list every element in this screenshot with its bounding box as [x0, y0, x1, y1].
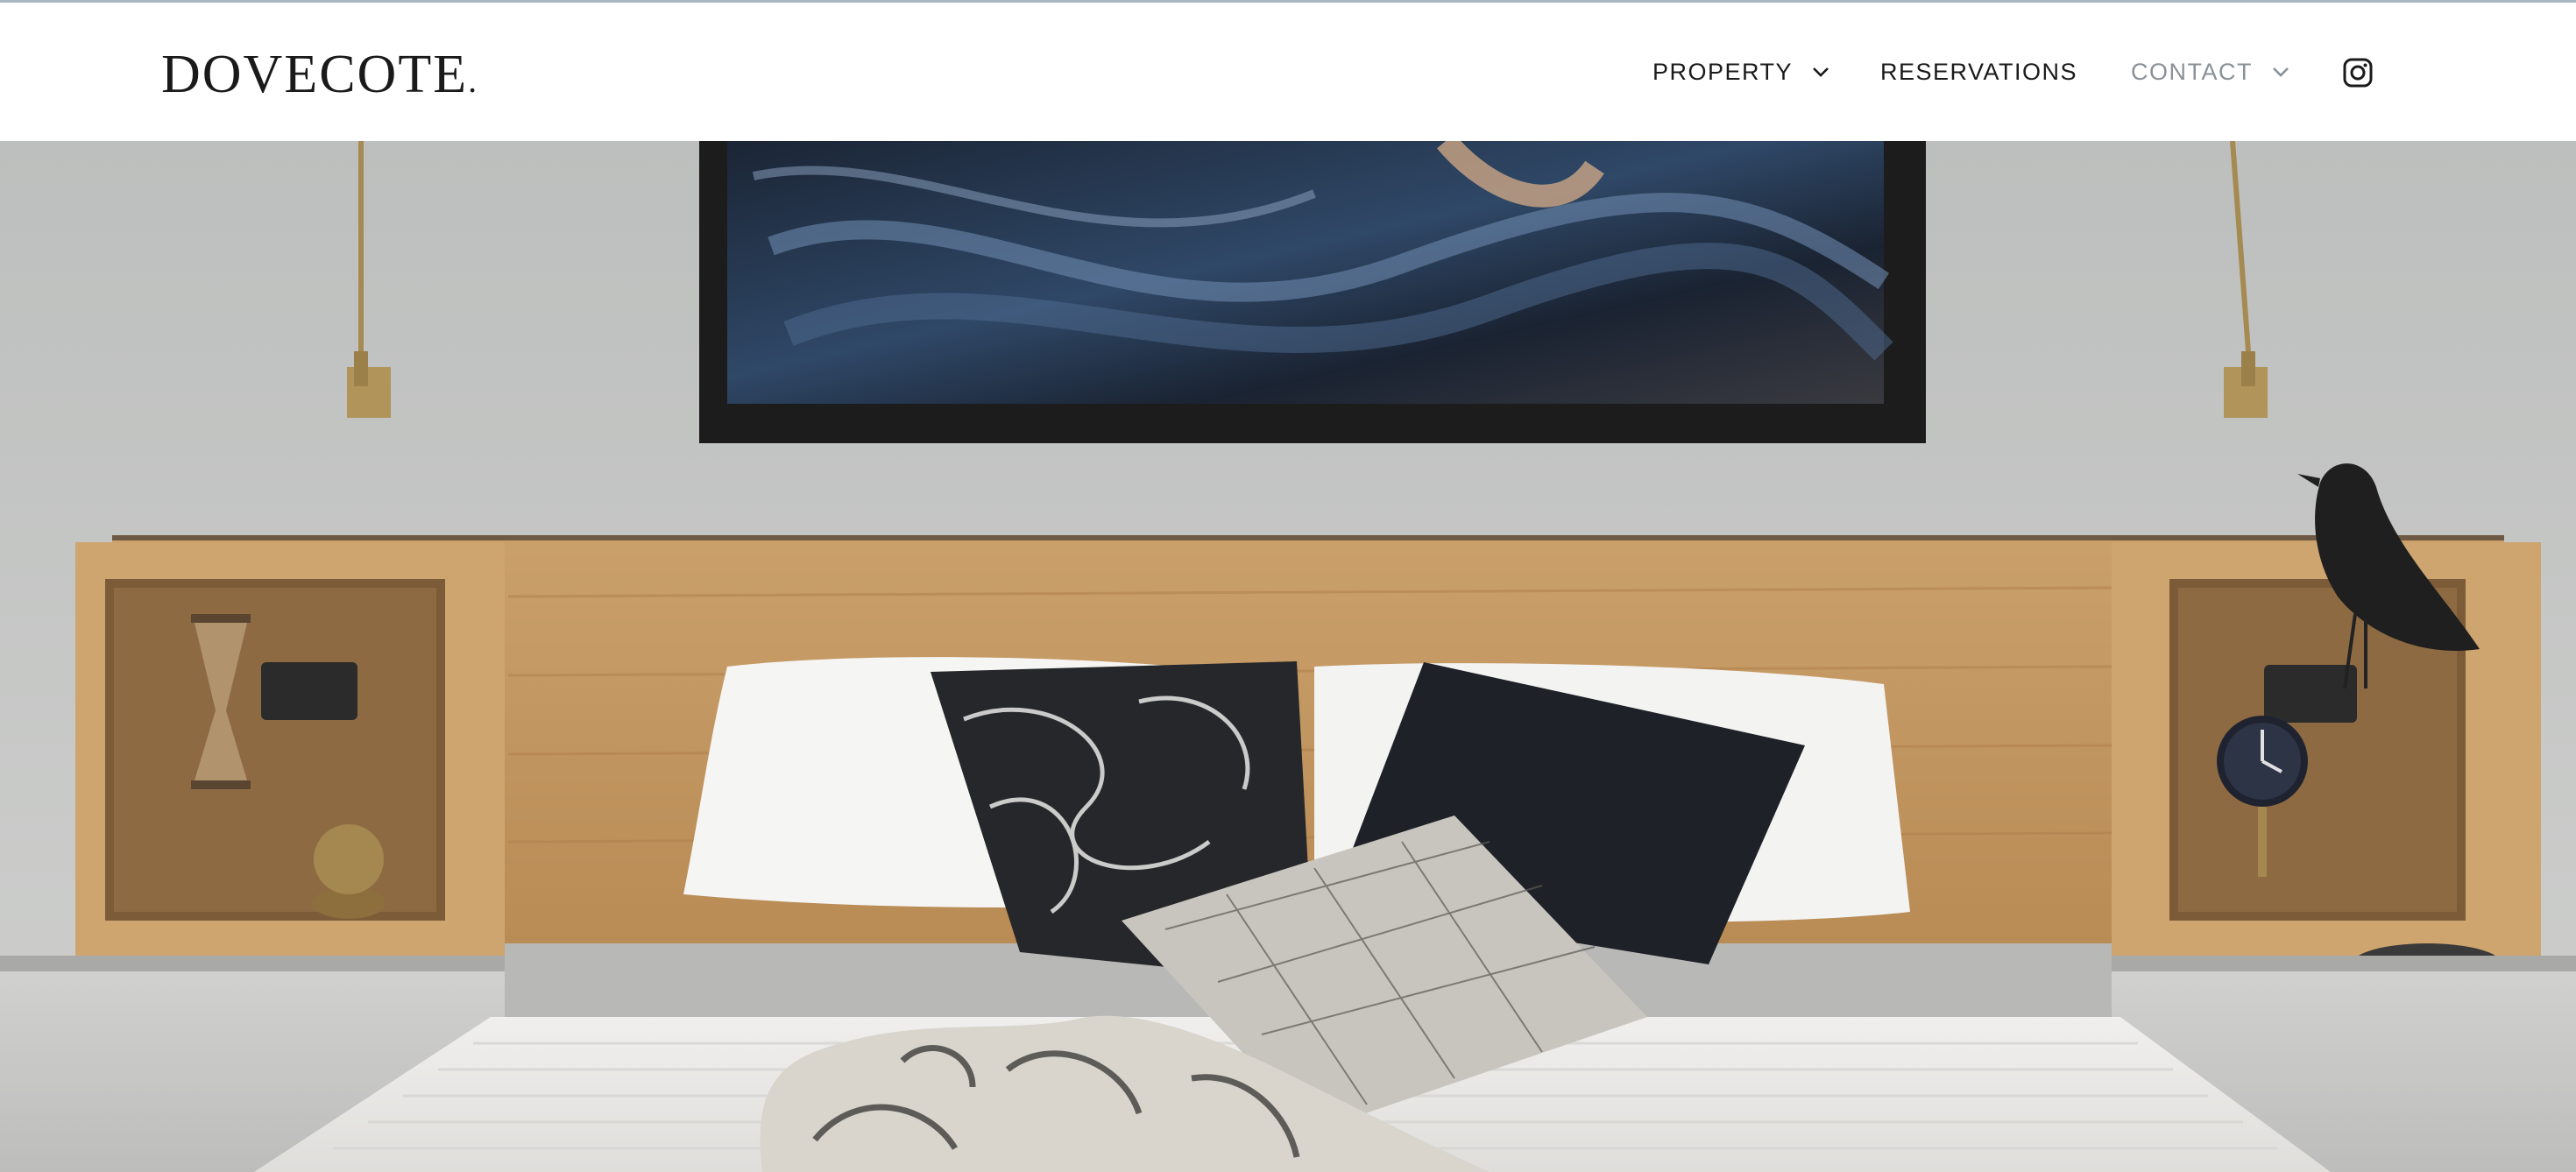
- wall-artwork: [699, 141, 1926, 443]
- nav-reservations-label: RESERVATIONS: [1880, 58, 2078, 85]
- nav-item-property[interactable]: PROPERTY: [1652, 3, 1831, 141]
- nav-property-label: PROPERTY: [1652, 58, 1794, 85]
- nav-item-reservations[interactable]: RESERVATIONS: [1880, 3, 2077, 141]
- chevron-down-icon: [1813, 67, 1829, 77]
- chevron-down-icon: [2273, 67, 2289, 77]
- nav-contact-label: CONTACT: [2131, 58, 2253, 85]
- power-outlet-left: [261, 662, 357, 720]
- power-outlet-right: [2264, 665, 2357, 723]
- desk-clock-left: [314, 824, 384, 894]
- hero-image: [0, 141, 2576, 1172]
- site-header: DOVECOTE. PROPERTY RESERVATIONS CONTACT: [0, 3, 2576, 141]
- site-logo[interactable]: DOVECOTE.: [161, 39, 478, 109]
- logo-dot: .: [468, 60, 479, 100]
- bedroom-illustration: [0, 141, 2576, 1172]
- nav-item-contact[interactable]: CONTACT: [2131, 3, 2291, 141]
- logo-text: DOVECOTE: [161, 45, 469, 104]
- instagram-icon[interactable]: [2343, 58, 2373, 88]
